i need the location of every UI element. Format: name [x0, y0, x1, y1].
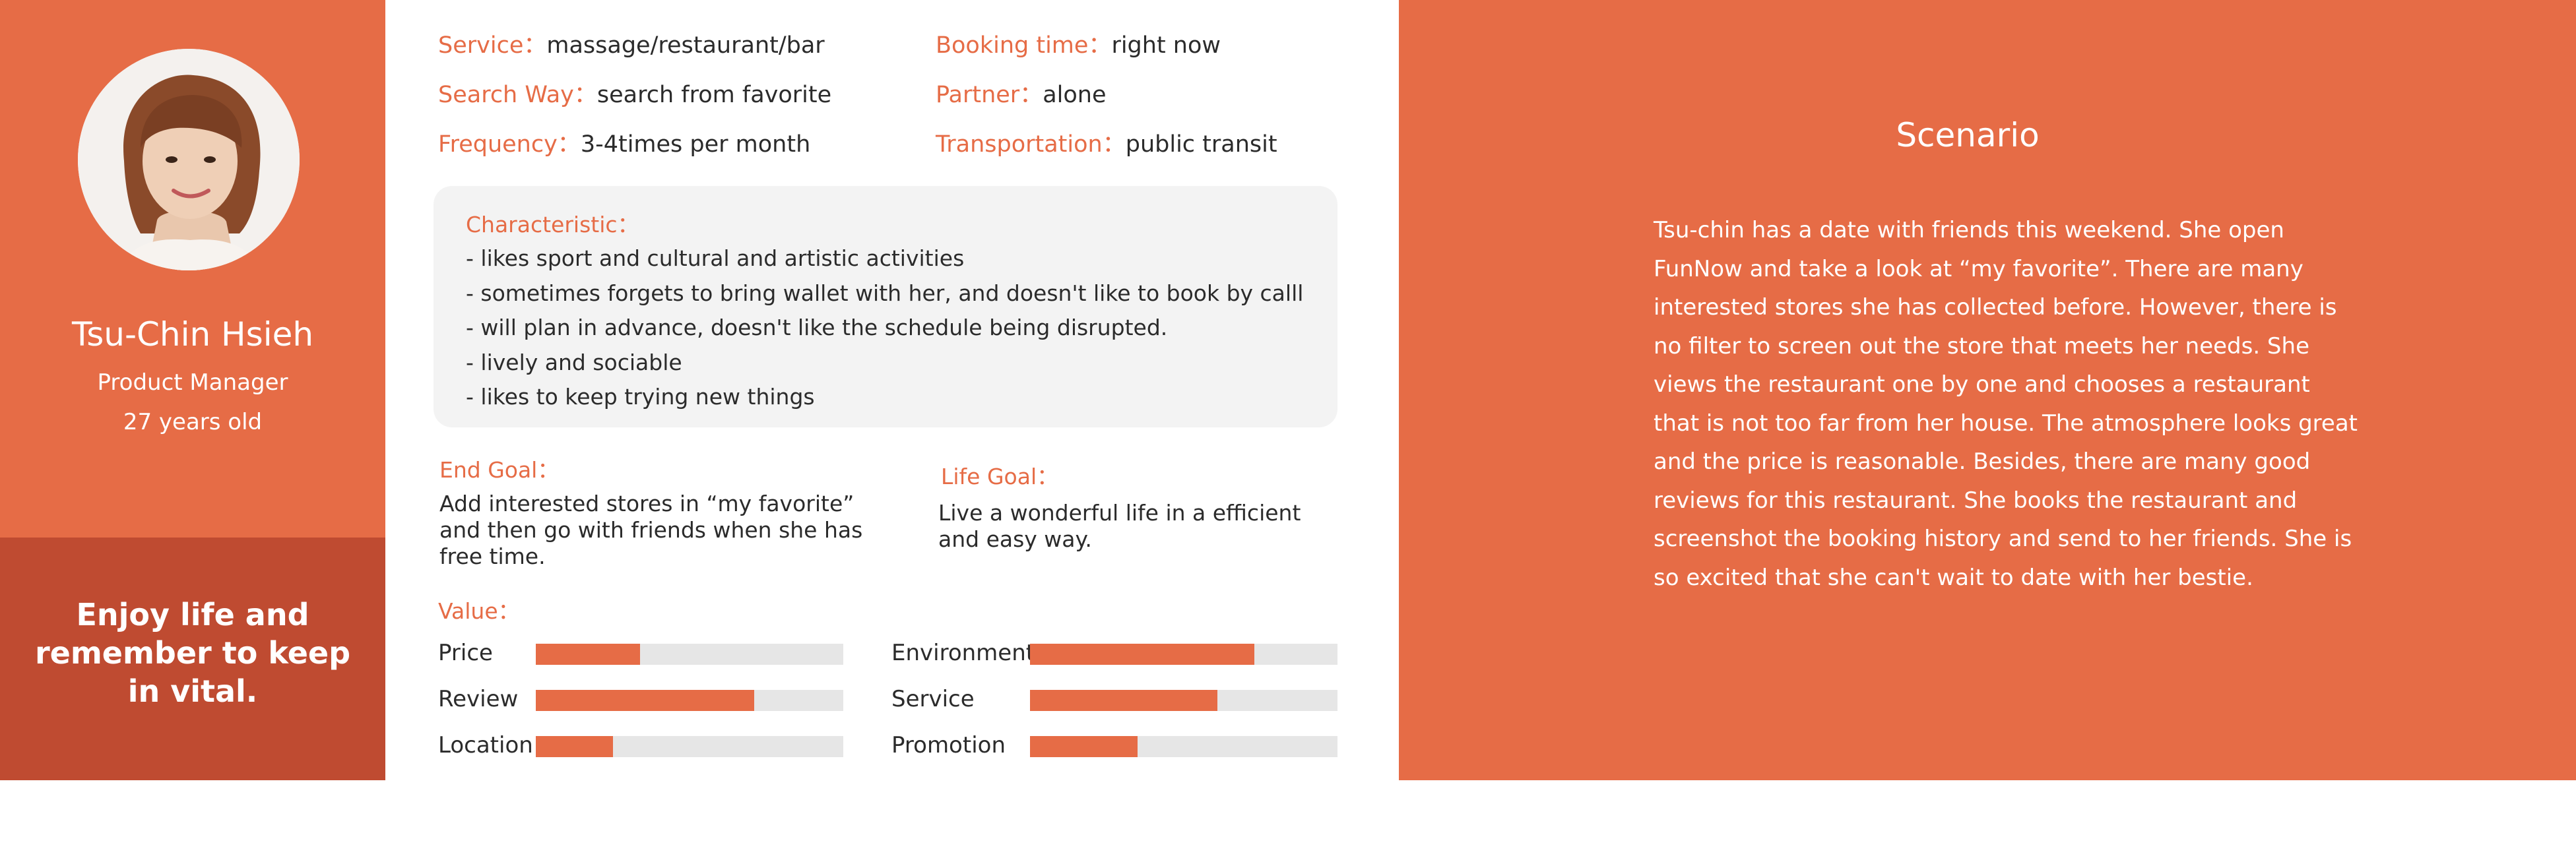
value-label-promotion: Promotion: [891, 732, 1006, 758]
characteristic-list: - likes sport and cultural and artistic …: [466, 241, 1303, 415]
value-bar-environment: [1030, 644, 1337, 665]
value-bar-price: [536, 644, 843, 665]
frequency-value: 3-4times per month: [580, 131, 811, 158]
booking-time-label: Booking time：: [936, 32, 1112, 59]
frequency-field: Frequency：3-4times per month: [438, 125, 810, 159]
partner-value: alone: [1043, 82, 1107, 108]
booking-time-value: right now: [1111, 32, 1221, 59]
persona-name: Tsu-Chin Hsieh: [71, 315, 314, 354]
life-goal-title: Life Goal：: [941, 464, 1059, 489]
service-label: Service：: [438, 32, 547, 59]
value-bar-fill: [1030, 690, 1218, 711]
end-goal-title: End Goal：: [439, 457, 560, 483]
frequency-label: Frequency：: [438, 131, 581, 158]
transportation-value: public transit: [1125, 131, 1277, 158]
value-bar-fill: [536, 644, 641, 665]
search-way-label: Search Way：: [438, 82, 597, 108]
persona-avatar: [78, 49, 300, 270]
value-bar-service: [1030, 690, 1337, 711]
booking-time-field: Booking time：right now: [936, 26, 1221, 60]
value-bar-fill: [536, 736, 613, 757]
value-bar-fill: [536, 690, 754, 711]
search-way-value: search from favorite: [596, 82, 832, 108]
characteristic-item: - sometimes forgets to bring wallet with…: [466, 280, 1304, 306]
characteristic-item: - will plan in advance, doesn't like the…: [466, 315, 1168, 340]
persona-role: Product Manager: [97, 369, 288, 396]
service-value: massage/restaurant/bar: [546, 32, 825, 59]
value-label-review: Review: [438, 686, 519, 712]
value-bar-review: [536, 690, 843, 711]
scenario-text: Tsu-chin has a date with friends this we…: [1654, 217, 2358, 591]
value-bar-fill: [1030, 736, 1138, 757]
service-field: Service：massage/restaurant/bar: [438, 26, 825, 60]
partner-label: Partner：: [936, 82, 1043, 108]
characteristic-title: Characteristic：: [466, 212, 639, 237]
persona-age: 27 years old: [123, 409, 263, 435]
value-label-location: Location: [438, 732, 533, 758]
value-bar-fill: [1030, 644, 1255, 665]
value-title: Value：: [438, 598, 520, 624]
characteristic-item: - likes to keep trying new things: [466, 384, 815, 410]
end-goal-text: Add interested stores in “my favorite” a…: [439, 491, 863, 569]
scenario-title: Scenario: [1896, 116, 2040, 154]
persona-motto: Enjoy life and remember to keep in vital…: [34, 597, 351, 709]
value-bar-promotion: [1030, 736, 1337, 757]
value-label-environment: Environment: [891, 640, 1035, 666]
value-label-service: Service: [891, 686, 975, 712]
value-bar-location: [536, 736, 843, 757]
value-label-price: Price: [438, 640, 493, 666]
life-goal-text: Live a wonderful life in a efficient and…: [938, 500, 1301, 552]
portrait-photo-icon: [78, 49, 300, 270]
search-way-field: Search Way：search from favorite: [438, 76, 831, 109]
transportation-label: Transportation：: [936, 131, 1126, 158]
characteristic-item: - lively and sociable: [466, 349, 682, 375]
partner-field: Partner：alone: [936, 76, 1107, 109]
characteristic-item: - likes sport and cultural and artistic …: [466, 245, 965, 271]
bottom-strip: [0, 780, 2576, 864]
transportation-field: Transportation：public transit: [936, 125, 1277, 159]
